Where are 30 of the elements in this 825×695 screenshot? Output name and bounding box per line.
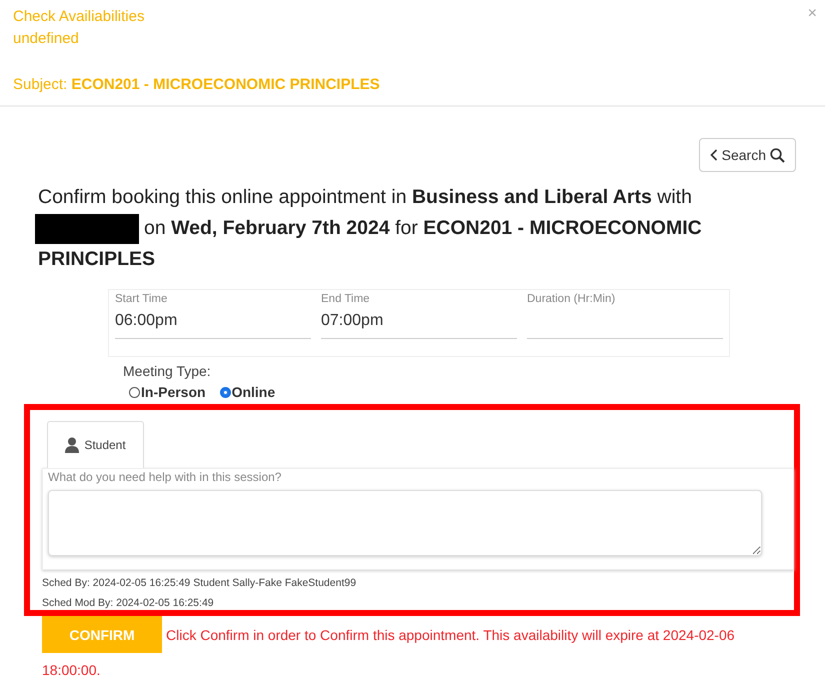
heading-text: Confirm booking this online appointment in Business and Liberal Arts with bbox=[38, 185, 692, 210]
radio-icon[interactable] bbox=[220, 386, 231, 398]
time-field[interactable]: End Time 07:00pm bbox=[321, 290, 517, 339]
radio-option[interactable]: Online bbox=[220, 384, 276, 400]
confirm-message: 18:00:00. bbox=[42, 662, 100, 678]
meeting-type-label: Meeting Type: bbox=[123, 363, 212, 379]
heading-text: on Wed, February 7th 2024 for ECON201 - MICROECONOMIC bbox=[144, 216, 702, 241]
field-value: 06:00pm bbox=[115, 312, 178, 330]
person-icon bbox=[65, 437, 80, 453]
sched-by-text: Sched By: 2024-02-05 16:25:49 Student Sally-Fake FakeStudent99 bbox=[42, 576, 358, 590]
chevron-left-icon bbox=[710, 149, 718, 161]
dialog-subtitle: undefined bbox=[13, 29, 80, 49]
confirm-message: Click Confirm in order to Confirm this appointment. This availability will expire at 2024-02-06 bbox=[166, 626, 735, 644]
heading-text: PRINCIPLES bbox=[38, 247, 156, 272]
dialog-title: Check Availiabilities bbox=[13, 7, 146, 27]
field-value: 07:00pm bbox=[321, 312, 384, 330]
search-icon bbox=[770, 148, 785, 162]
notes-input[interactable] bbox=[48, 490, 762, 556]
field-label: Duration (Hr:Min) bbox=[527, 293, 616, 305]
field-label: Start Time bbox=[115, 293, 168, 305]
notes-prompt: What do you need help with in this session? bbox=[48, 470, 282, 484]
subject-line: Subject: ECON201 - MICROECONOMIC PRINCIPLES bbox=[13, 75, 380, 95]
sched-mod-text: Sched Mod By: 2024-02-05 16:25:49 bbox=[42, 596, 215, 610]
time-field[interactable]: Start Time 06:00pm bbox=[115, 290, 311, 339]
radio-option[interactable]: In-Person bbox=[129, 384, 206, 400]
student-tab[interactable]: Student bbox=[47, 421, 144, 468]
time-field[interactable]: Duration (Hr:Min) bbox=[527, 290, 723, 339]
search-button[interactable]: Search bbox=[698, 138, 796, 172]
field-label: End Time bbox=[321, 293, 371, 305]
radio-icon[interactable] bbox=[129, 386, 140, 398]
